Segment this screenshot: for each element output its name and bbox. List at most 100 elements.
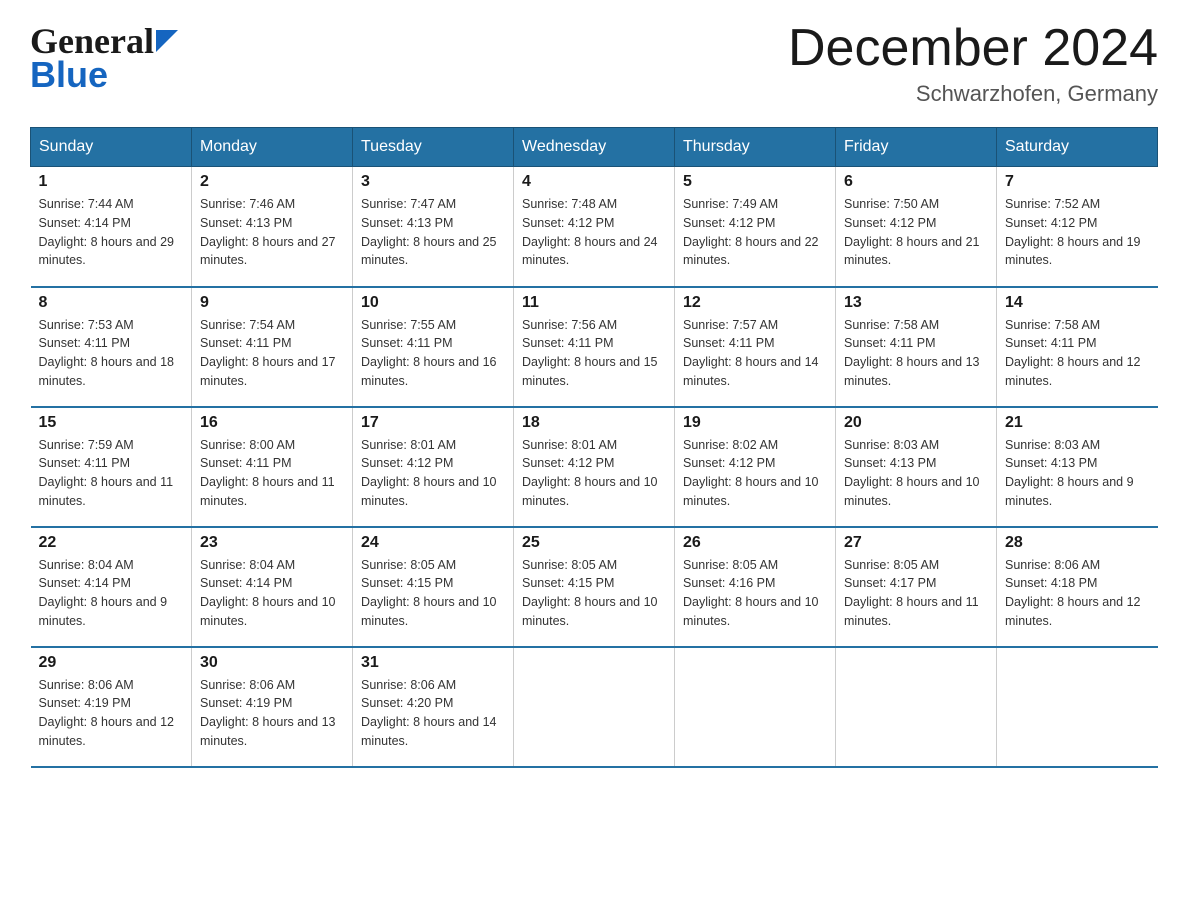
header-monday: Monday xyxy=(192,128,353,167)
calendar-cell xyxy=(514,647,675,767)
calendar-cell: 16 Sunrise: 8:00 AMSunset: 4:11 PMDaylig… xyxy=(192,407,353,527)
week-row-5: 29 Sunrise: 8:06 AMSunset: 4:19 PMDaylig… xyxy=(31,647,1158,767)
day-info: Sunrise: 8:00 AMSunset: 4:11 PMDaylight:… xyxy=(200,438,335,508)
header-thursday: Thursday xyxy=(675,128,836,167)
day-info: Sunrise: 8:05 AMSunset: 4:15 PMDaylight:… xyxy=(361,558,497,628)
day-info: Sunrise: 8:04 AMSunset: 4:14 PMDaylight:… xyxy=(39,558,168,628)
header-tuesday: Tuesday xyxy=(353,128,514,167)
day-info: Sunrise: 8:02 AMSunset: 4:12 PMDaylight:… xyxy=(683,438,819,508)
calendar-cell: 1 Sunrise: 7:44 AMSunset: 4:14 PMDayligh… xyxy=(31,167,192,287)
day-number: 24 xyxy=(361,534,505,552)
day-number: 29 xyxy=(39,654,184,672)
day-number: 7 xyxy=(1005,173,1150,191)
day-number: 5 xyxy=(683,173,827,191)
calendar-cell: 14 Sunrise: 7:58 AMSunset: 4:11 PMDaylig… xyxy=(997,287,1158,407)
day-info: Sunrise: 8:03 AMSunset: 4:13 PMDaylight:… xyxy=(844,438,980,508)
day-number: 10 xyxy=(361,294,505,312)
day-number: 11 xyxy=(522,294,666,312)
day-number: 19 xyxy=(683,414,827,432)
calendar-cell: 22 Sunrise: 8:04 AMSunset: 4:14 PMDaylig… xyxy=(31,527,192,647)
day-info: Sunrise: 7:46 AMSunset: 4:13 PMDaylight:… xyxy=(200,197,336,267)
day-number: 8 xyxy=(39,294,184,312)
week-row-1: 1 Sunrise: 7:44 AMSunset: 4:14 PMDayligh… xyxy=(31,167,1158,287)
calendar-cell xyxy=(836,647,997,767)
calendar-cell: 28 Sunrise: 8:06 AMSunset: 4:18 PMDaylig… xyxy=(997,527,1158,647)
day-info: Sunrise: 8:01 AMSunset: 4:12 PMDaylight:… xyxy=(522,438,658,508)
calendar-cell: 12 Sunrise: 7:57 AMSunset: 4:11 PMDaylig… xyxy=(675,287,836,407)
day-info: Sunrise: 7:54 AMSunset: 4:11 PMDaylight:… xyxy=(200,318,336,388)
day-number: 31 xyxy=(361,654,505,672)
day-info: Sunrise: 7:44 AMSunset: 4:14 PMDaylight:… xyxy=(39,197,175,267)
day-info: Sunrise: 7:55 AMSunset: 4:11 PMDaylight:… xyxy=(361,318,497,388)
calendar-cell: 10 Sunrise: 7:55 AMSunset: 4:11 PMDaylig… xyxy=(353,287,514,407)
calendar-cell: 6 Sunrise: 7:50 AMSunset: 4:12 PMDayligh… xyxy=(836,167,997,287)
day-number: 15 xyxy=(39,414,184,432)
day-number: 2 xyxy=(200,173,344,191)
day-info: Sunrise: 7:59 AMSunset: 4:11 PMDaylight:… xyxy=(39,438,174,508)
calendar-cell: 5 Sunrise: 7:49 AMSunset: 4:12 PMDayligh… xyxy=(675,167,836,287)
calendar-cell: 18 Sunrise: 8:01 AMSunset: 4:12 PMDaylig… xyxy=(514,407,675,527)
day-number: 27 xyxy=(844,534,988,552)
calendar-cell: 25 Sunrise: 8:05 AMSunset: 4:15 PMDaylig… xyxy=(514,527,675,647)
day-number: 13 xyxy=(844,294,988,312)
day-info: Sunrise: 8:04 AMSunset: 4:14 PMDaylight:… xyxy=(200,558,336,628)
logo-blue-text: Blue xyxy=(30,54,108,96)
calendar-cell: 24 Sunrise: 8:05 AMSunset: 4:15 PMDaylig… xyxy=(353,527,514,647)
day-number: 18 xyxy=(522,414,666,432)
day-number: 22 xyxy=(39,534,184,552)
day-info: Sunrise: 8:06 AMSunset: 4:19 PMDaylight:… xyxy=(200,678,336,748)
day-info: Sunrise: 7:53 AMSunset: 4:11 PMDaylight:… xyxy=(39,318,175,388)
day-number: 28 xyxy=(1005,534,1150,552)
week-row-2: 8 Sunrise: 7:53 AMSunset: 4:11 PMDayligh… xyxy=(31,287,1158,407)
day-number: 1 xyxy=(39,173,184,191)
day-number: 26 xyxy=(683,534,827,552)
day-number: 23 xyxy=(200,534,344,552)
day-info: Sunrise: 7:49 AMSunset: 4:12 PMDaylight:… xyxy=(683,197,819,267)
calendar-cell: 20 Sunrise: 8:03 AMSunset: 4:13 PMDaylig… xyxy=(836,407,997,527)
calendar-cell: 9 Sunrise: 7:54 AMSunset: 4:11 PMDayligh… xyxy=(192,287,353,407)
day-info: Sunrise: 7:58 AMSunset: 4:11 PMDaylight:… xyxy=(1005,318,1141,388)
day-number: 25 xyxy=(522,534,666,552)
calendar-cell: 2 Sunrise: 7:46 AMSunset: 4:13 PMDayligh… xyxy=(192,167,353,287)
page-header: General Blue December 2024 Schwarzhofen,… xyxy=(30,20,1158,107)
calendar-cell: 3 Sunrise: 7:47 AMSunset: 4:13 PMDayligh… xyxy=(353,167,514,287)
day-info: Sunrise: 8:03 AMSunset: 4:13 PMDaylight:… xyxy=(1005,438,1134,508)
calendar-cell xyxy=(675,647,836,767)
calendar-cell: 4 Sunrise: 7:48 AMSunset: 4:12 PMDayligh… xyxy=(514,167,675,287)
calendar-cell: 31 Sunrise: 8:06 AMSunset: 4:20 PMDaylig… xyxy=(353,647,514,767)
calendar-cell: 26 Sunrise: 8:05 AMSunset: 4:16 PMDaylig… xyxy=(675,527,836,647)
day-info: Sunrise: 8:06 AMSunset: 4:18 PMDaylight:… xyxy=(1005,558,1141,628)
logo: General Blue xyxy=(30,20,178,96)
day-number: 30 xyxy=(200,654,344,672)
day-info: Sunrise: 7:56 AMSunset: 4:11 PMDaylight:… xyxy=(522,318,658,388)
header-sunday: Sunday xyxy=(31,128,192,167)
day-info: Sunrise: 8:05 AMSunset: 4:15 PMDaylight:… xyxy=(522,558,658,628)
calendar-cell: 29 Sunrise: 8:06 AMSunset: 4:19 PMDaylig… xyxy=(31,647,192,767)
day-info: Sunrise: 7:57 AMSunset: 4:11 PMDaylight:… xyxy=(683,318,819,388)
day-number: 12 xyxy=(683,294,827,312)
day-info: Sunrise: 7:47 AMSunset: 4:13 PMDaylight:… xyxy=(361,197,497,267)
day-info: Sunrise: 7:58 AMSunset: 4:11 PMDaylight:… xyxy=(844,318,980,388)
calendar-cell xyxy=(997,647,1158,767)
calendar-cell: 27 Sunrise: 8:05 AMSunset: 4:17 PMDaylig… xyxy=(836,527,997,647)
day-number: 16 xyxy=(200,414,344,432)
day-info: Sunrise: 8:05 AMSunset: 4:17 PMDaylight:… xyxy=(844,558,979,628)
header-wednesday: Wednesday xyxy=(514,128,675,167)
day-number: 4 xyxy=(522,173,666,191)
calendar-cell: 8 Sunrise: 7:53 AMSunset: 4:11 PMDayligh… xyxy=(31,287,192,407)
week-row-3: 15 Sunrise: 7:59 AMSunset: 4:11 PMDaylig… xyxy=(31,407,1158,527)
location-text: Schwarzhofen, Germany xyxy=(788,81,1158,107)
calendar-cell: 7 Sunrise: 7:52 AMSunset: 4:12 PMDayligh… xyxy=(997,167,1158,287)
calendar-cell: 15 Sunrise: 7:59 AMSunset: 4:11 PMDaylig… xyxy=(31,407,192,527)
title-section: December 2024 Schwarzhofen, Germany xyxy=(788,20,1158,107)
header-saturday: Saturday xyxy=(997,128,1158,167)
day-info: Sunrise: 8:01 AMSunset: 4:12 PMDaylight:… xyxy=(361,438,497,508)
day-number: 3 xyxy=(361,173,505,191)
day-number: 9 xyxy=(200,294,344,312)
header-friday: Friday xyxy=(836,128,997,167)
day-info: Sunrise: 7:48 AMSunset: 4:12 PMDaylight:… xyxy=(522,197,658,267)
calendar-cell: 23 Sunrise: 8:04 AMSunset: 4:14 PMDaylig… xyxy=(192,527,353,647)
week-row-4: 22 Sunrise: 8:04 AMSunset: 4:14 PMDaylig… xyxy=(31,527,1158,647)
calendar-cell: 21 Sunrise: 8:03 AMSunset: 4:13 PMDaylig… xyxy=(997,407,1158,527)
calendar-cell: 11 Sunrise: 7:56 AMSunset: 4:11 PMDaylig… xyxy=(514,287,675,407)
